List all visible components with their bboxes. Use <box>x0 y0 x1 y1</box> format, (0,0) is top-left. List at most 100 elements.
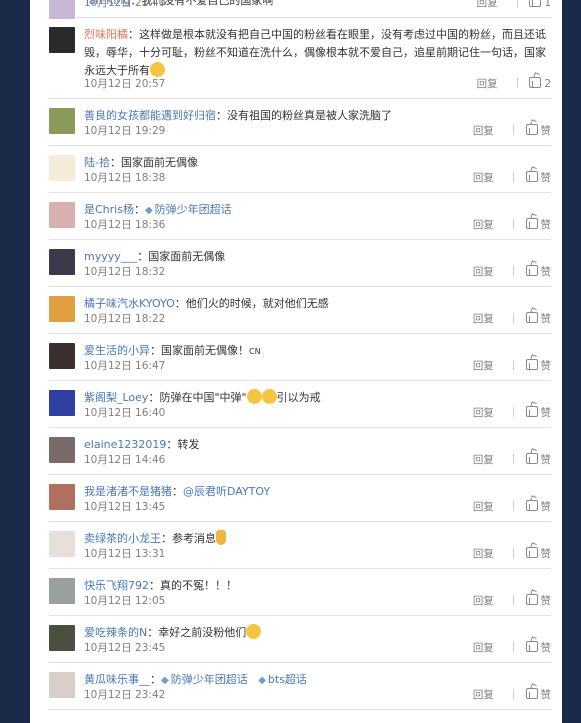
reply-button[interactable]: 回复 <box>473 360 494 372</box>
comment-username[interactable]: 黄瓜味乐事__ <box>84 673 150 686</box>
avatar[interactable] <box>49 155 75 181</box>
comment-username[interactable]: elaine1232019 <box>84 438 166 451</box>
comment-actions: 回复 赞 <box>473 312 551 326</box>
sweat-emoji-icon <box>150 62 165 77</box>
reply-button[interactable]: 回复 <box>473 172 494 184</box>
like-button[interactable]: 赞 <box>525 547 552 560</box>
avatar[interactable] <box>49 296 75 322</box>
topic-link[interactable]: 防弹少年团超话 <box>155 203 232 216</box>
thumbs-up-icon <box>525 688 538 699</box>
comment-meta: 10月12日 23:42 回复 赞 <box>84 688 551 702</box>
reply-button[interactable]: 回复 <box>473 642 494 654</box>
comment-actions: 回复 赞 <box>473 406 551 420</box>
like-count: 赞 <box>540 548 552 560</box>
mention-link[interactable]: @辰君听DAYTOY <box>183 485 270 498</box>
comment-username[interactable]: 卖绿茶的小龙王 <box>84 532 161 545</box>
comment-username[interactable]: 烈味阳橘 <box>84 28 128 41</box>
reply-button[interactable]: 回复 <box>473 548 494 560</box>
comment-date: 10月12日 18:32 <box>84 266 166 278</box>
thumbs-up-icon <box>525 594 538 605</box>
comment-username[interactable]: 我是渚渚不是猪猪 <box>84 485 172 498</box>
comment-date: 10月12日 18:22 <box>84 313 166 325</box>
thumbs-up-icon <box>525 265 538 276</box>
avatar[interactable] <box>49 0 75 19</box>
reply-button[interactable]: 回复 <box>473 125 494 137</box>
avatar[interactable] <box>49 202 75 228</box>
avatar[interactable] <box>49 484 75 510</box>
like-button[interactable]: 赞 <box>525 171 551 184</box>
comment-body: 爱吃辣条的N：幸好之前没粉他们 <box>84 624 551 642</box>
thumbs-up-icon <box>525 406 538 417</box>
comment-username[interactable]: 快乐飞翔792 <box>84 579 149 592</box>
comment-username[interactable]: 爱吃辣条的N <box>84 626 147 639</box>
thumbs-up-icon <box>525 359 538 370</box>
like-button[interactable]: 赞 <box>525 312 551 325</box>
reply-button[interactable]: 回复 <box>477 0 498 9</box>
reply-button[interactable]: 回复 <box>473 595 494 607</box>
reply-button[interactable]: 回复 <box>473 313 494 325</box>
comment-date: 10月12日 23:42 <box>84 689 166 701</box>
reply-button[interactable]: 回复 <box>473 501 494 513</box>
like-button[interactable]: 赞 <box>525 594 551 607</box>
comment-username[interactable]: 陆-拾 <box>84 156 110 169</box>
avatar[interactable] <box>49 578 75 604</box>
comment-date: 10月12日 13:31 <box>84 548 166 560</box>
comment-username[interactable]: myyyy___ <box>84 250 137 263</box>
comment-item: 我是渚渚不是猪猪：@辰君听DAYTOY 10月12日 13:45 回复 赞 <box>49 475 551 522</box>
reply-button[interactable]: 回复 <box>473 219 494 231</box>
comment-actions: 回复 赞 <box>473 171 551 185</box>
avatar[interactable] <box>49 625 75 651</box>
comment-username[interactable]: 爱生活的小异 <box>84 344 150 357</box>
comment-username[interactable]: 是Chris杨 <box>84 203 134 216</box>
reply-button[interactable]: 回复 <box>477 78 498 90</box>
avatar[interactable] <box>49 343 75 369</box>
avatar[interactable] <box>49 108 75 134</box>
like-button[interactable]: 赞 <box>525 406 551 419</box>
avatar[interactable] <box>49 249 75 275</box>
comment-date: 10月12日 18:36 <box>84 219 166 231</box>
like-button[interactable]: 赞 <box>525 265 551 278</box>
smile-emoji-icon <box>246 624 262 639</box>
avatar[interactable] <box>49 672 75 698</box>
comment-text: ：幸好之前没粉他们 <box>147 626 247 639</box>
thumbs-up-icon <box>529 0 542 7</box>
comment-item: 善良的女孩都能遇到好归宿：没有祖国的粉丝真是被人家洗脑了 10月12日 19:2… <box>49 99 551 146</box>
reply-button[interactable]: 回复 <box>473 689 494 701</box>
like-button[interactable]: 赞 <box>525 688 551 701</box>
comment-item: 爱生活的小异：国家面前无偶像！CN 10月12日 16:47 回复 赞 <box>49 334 551 381</box>
avatar[interactable] <box>49 27 75 53</box>
like-button[interactable]: 赞 <box>525 218 551 231</box>
comment-item: 爱吃辣条的N：幸好之前没粉他们 10月12日 23:45 回复 赞 <box>49 616 551 663</box>
comment-actions: 回复 赞 <box>473 124 551 138</box>
like-button[interactable]: 赞 <box>525 500 551 513</box>
thumbs-up-icon <box>525 547 538 558</box>
comment-username[interactable]: 紫阁梨_Loey <box>84 391 148 404</box>
avatar[interactable] <box>49 531 75 557</box>
like-button[interactable]: 1 <box>529 0 551 9</box>
divider <box>513 548 515 558</box>
laugh-cry-emoji-icon <box>261 389 277 404</box>
divider <box>516 78 518 88</box>
like-button[interactable]: 2 <box>529 77 551 90</box>
like-button[interactable]: 赞 <box>525 453 551 466</box>
like-button[interactable]: 赞 <box>525 124 551 137</box>
comment-date: 10月12日 16:47 <box>84 360 166 372</box>
comment-date: 10月12日 21:40 <box>84 0 166 9</box>
avatar[interactable] <box>49 390 75 416</box>
avatar[interactable] <box>49 437 75 463</box>
comment-meta: 10月12日 18:36 回复 赞 <box>84 218 551 232</box>
comment-username[interactable]: 橘子味汽水KYOYO <box>84 297 175 310</box>
comment-username[interactable]: 善良的女孩都能遇到好归宿 <box>84 109 216 122</box>
reply-button[interactable]: 回复 <box>473 407 494 419</box>
reply-button[interactable]: 回复 <box>473 266 494 278</box>
reply-button[interactable]: 回复 <box>473 454 494 466</box>
like-button[interactable]: 赞 <box>525 359 551 372</box>
laugh-cry-emoji-icon <box>246 389 262 404</box>
comment-meta: 10月12日 18:32 回复 赞 <box>84 265 551 279</box>
comment-date: 10月12日 19:29 <box>84 125 166 137</box>
like-button[interactable]: 赞 <box>525 641 551 654</box>
comment-body: elaine1232019：转发 <box>84 436 551 454</box>
topic-link[interactable]: bts超话 <box>268 673 307 686</box>
topic-link[interactable]: 防弹少年团超话 <box>171 673 248 686</box>
comment-meta: 10月12日 18:22 回复 赞 <box>84 312 551 326</box>
